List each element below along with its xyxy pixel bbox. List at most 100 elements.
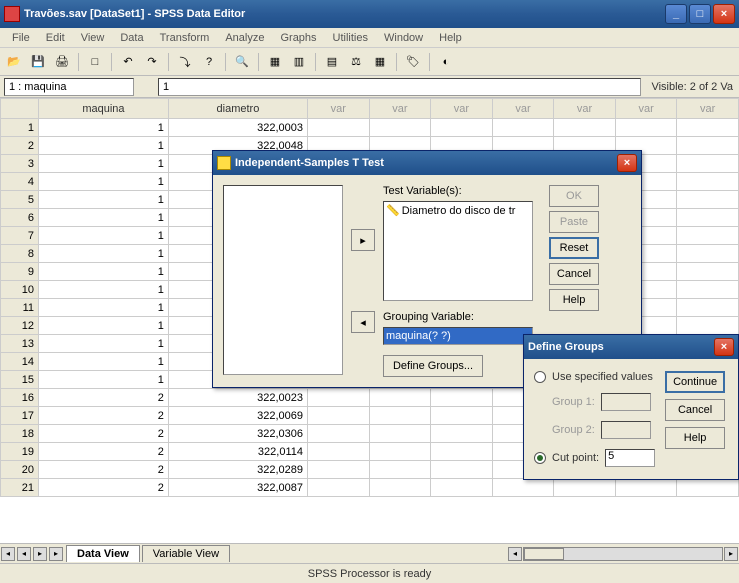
row-number[interactable]: 7 bbox=[1, 227, 39, 245]
cell-diametro[interactable]: 322,0023 bbox=[168, 389, 307, 407]
ttest-close-button[interactable]: × bbox=[617, 154, 637, 172]
menu-analyze[interactable]: Analyze bbox=[217, 30, 272, 46]
cell-maquina[interactable]: 2 bbox=[39, 461, 169, 479]
define-groups-button[interactable]: Define Groups... bbox=[383, 355, 483, 377]
opt-specified-row[interactable]: Use specified values bbox=[534, 371, 655, 383]
row-number[interactable]: 14 bbox=[1, 353, 39, 371]
weight-icon[interactable]: ⚖ bbox=[346, 52, 366, 72]
dg-cancel-button[interactable]: Cancel bbox=[665, 399, 725, 421]
cell-maquina[interactable]: 1 bbox=[39, 353, 169, 371]
find-icon[interactable]: 🔍 bbox=[232, 52, 252, 72]
cell-maquina[interactable]: 2 bbox=[39, 389, 169, 407]
cell-maquina[interactable]: 1 bbox=[39, 371, 169, 389]
select-cases-icon[interactable]: ▦ bbox=[370, 52, 390, 72]
row-number[interactable]: 11 bbox=[1, 299, 39, 317]
row-number[interactable]: 17 bbox=[1, 407, 39, 425]
table-row[interactable]: 212322,0087 bbox=[1, 479, 739, 497]
row-number[interactable]: 2 bbox=[1, 137, 39, 155]
menu-data[interactable]: Data bbox=[112, 30, 151, 46]
cell-maquina[interactable]: 1 bbox=[39, 245, 169, 263]
table-row[interactable]: 11322,0003 bbox=[1, 119, 739, 137]
row-number[interactable]: 21 bbox=[1, 479, 39, 497]
row-number[interactable]: 6 bbox=[1, 209, 39, 227]
horizontal-scrollbar[interactable]: ◂ ▸ bbox=[230, 547, 739, 561]
radio-cutpoint[interactable] bbox=[534, 452, 546, 464]
cell-diametro[interactable]: 322,0114 bbox=[168, 443, 307, 461]
maximize-button[interactable]: □ bbox=[689, 4, 711, 24]
row-number[interactable]: 18 bbox=[1, 425, 39, 443]
source-variable-list[interactable] bbox=[223, 185, 343, 375]
cell-maquina[interactable]: 1 bbox=[39, 191, 169, 209]
row-number[interactable]: 10 bbox=[1, 281, 39, 299]
row-number[interactable]: 1 bbox=[1, 119, 39, 137]
cell-maquina[interactable]: 1 bbox=[39, 335, 169, 353]
save-icon[interactable]: 💾 bbox=[28, 52, 48, 72]
use-sets-icon[interactable]: ◐ bbox=[436, 52, 456, 72]
row-number[interactable]: 13 bbox=[1, 335, 39, 353]
goto-var-icon[interactable]: ? bbox=[199, 52, 219, 72]
menu-transform[interactable]: Transform bbox=[152, 30, 218, 46]
cell-maquina[interactable]: 1 bbox=[39, 173, 169, 191]
dialog-recall-icon[interactable]: □ bbox=[85, 52, 105, 72]
tab-nav-prev[interactable]: ◂ bbox=[17, 547, 31, 561]
row-number[interactable]: 16 bbox=[1, 389, 39, 407]
cell-maquina[interactable]: 1 bbox=[39, 263, 169, 281]
test-variables-list[interactable]: 📏Diametro do disco de tr bbox=[383, 201, 533, 301]
grouping-variable-field[interactable]: maquina(? ?) bbox=[383, 327, 533, 345]
help-button[interactable]: Help bbox=[549, 289, 599, 311]
cutpoint-input[interactable]: 5 bbox=[605, 449, 655, 467]
open-icon[interactable]: 📂 bbox=[4, 52, 24, 72]
cell-value[interactable]: 1 bbox=[158, 78, 641, 96]
row-number[interactable]: 4 bbox=[1, 173, 39, 191]
goto-case-icon[interactable]: ⤵ bbox=[175, 52, 195, 72]
cell-diametro[interactable]: 322,0087 bbox=[168, 479, 307, 497]
cancel-button[interactable]: Cancel bbox=[549, 263, 599, 285]
row-number[interactable]: 9 bbox=[1, 263, 39, 281]
cell-maquina[interactable]: 1 bbox=[39, 209, 169, 227]
cell-maquina[interactable]: 1 bbox=[39, 299, 169, 317]
menu-view[interactable]: View bbox=[73, 30, 113, 46]
insert-case-icon[interactable]: ▦ bbox=[265, 52, 285, 72]
menu-edit[interactable]: Edit bbox=[38, 30, 73, 46]
tab-variable-view[interactable]: Variable View bbox=[142, 545, 230, 562]
redo-icon[interactable]: ↷ bbox=[142, 52, 162, 72]
continue-button[interactable]: Continue bbox=[665, 371, 725, 393]
row-number[interactable]: 8 bbox=[1, 245, 39, 263]
menu-file[interactable]: File bbox=[4, 30, 38, 46]
value-labels-icon[interactable]: 🏷 bbox=[403, 52, 423, 72]
cell-maquina[interactable]: 1 bbox=[39, 281, 169, 299]
cell-diametro[interactable]: 322,0069 bbox=[168, 407, 307, 425]
test-var-item[interactable]: Diametro do disco de tr bbox=[402, 205, 516, 217]
radio-specified[interactable] bbox=[534, 371, 546, 383]
print-icon[interactable]: 🖨 bbox=[52, 52, 72, 72]
tab-data-view[interactable]: Data View bbox=[66, 545, 140, 562]
split-file-icon[interactable]: ▤ bbox=[322, 52, 342, 72]
minimize-button[interactable]: _ bbox=[665, 4, 687, 24]
move-to-testvar-button[interactable]: ▸ bbox=[351, 229, 375, 251]
cell-diametro[interactable]: 322,0003 bbox=[168, 119, 307, 137]
row-number[interactable]: 19 bbox=[1, 443, 39, 461]
reset-button[interactable]: Reset bbox=[549, 237, 599, 259]
cell-diametro[interactable]: 322,0306 bbox=[168, 425, 307, 443]
col-empty[interactable]: var bbox=[615, 99, 677, 119]
cell-maquina[interactable]: 1 bbox=[39, 119, 169, 137]
cell-maquina[interactable]: 2 bbox=[39, 443, 169, 461]
move-to-grouping-button[interactable]: ◂ bbox=[351, 311, 375, 333]
col-empty[interactable]: var bbox=[492, 99, 554, 119]
row-number[interactable]: 5 bbox=[1, 191, 39, 209]
cell-maquina[interactable]: 2 bbox=[39, 407, 169, 425]
col-diametro[interactable]: diametro bbox=[168, 99, 307, 119]
menu-window[interactable]: Window bbox=[376, 30, 431, 46]
ttest-dialog-titlebar[interactable]: Independent-Samples T Test × bbox=[213, 151, 641, 175]
col-empty[interactable]: var bbox=[554, 99, 616, 119]
col-empty[interactable]: var bbox=[308, 99, 370, 119]
cell-maquina[interactable]: 2 bbox=[39, 479, 169, 497]
dg-titlebar[interactable]: Define Groups × bbox=[524, 335, 738, 359]
row-number[interactable]: 12 bbox=[1, 317, 39, 335]
cell-maquina[interactable]: 1 bbox=[39, 317, 169, 335]
row-number[interactable]: 15 bbox=[1, 371, 39, 389]
close-button[interactable]: × bbox=[713, 4, 735, 24]
row-number[interactable]: 20 bbox=[1, 461, 39, 479]
dg-help-button[interactable]: Help bbox=[665, 427, 725, 449]
row-number[interactable]: 3 bbox=[1, 155, 39, 173]
